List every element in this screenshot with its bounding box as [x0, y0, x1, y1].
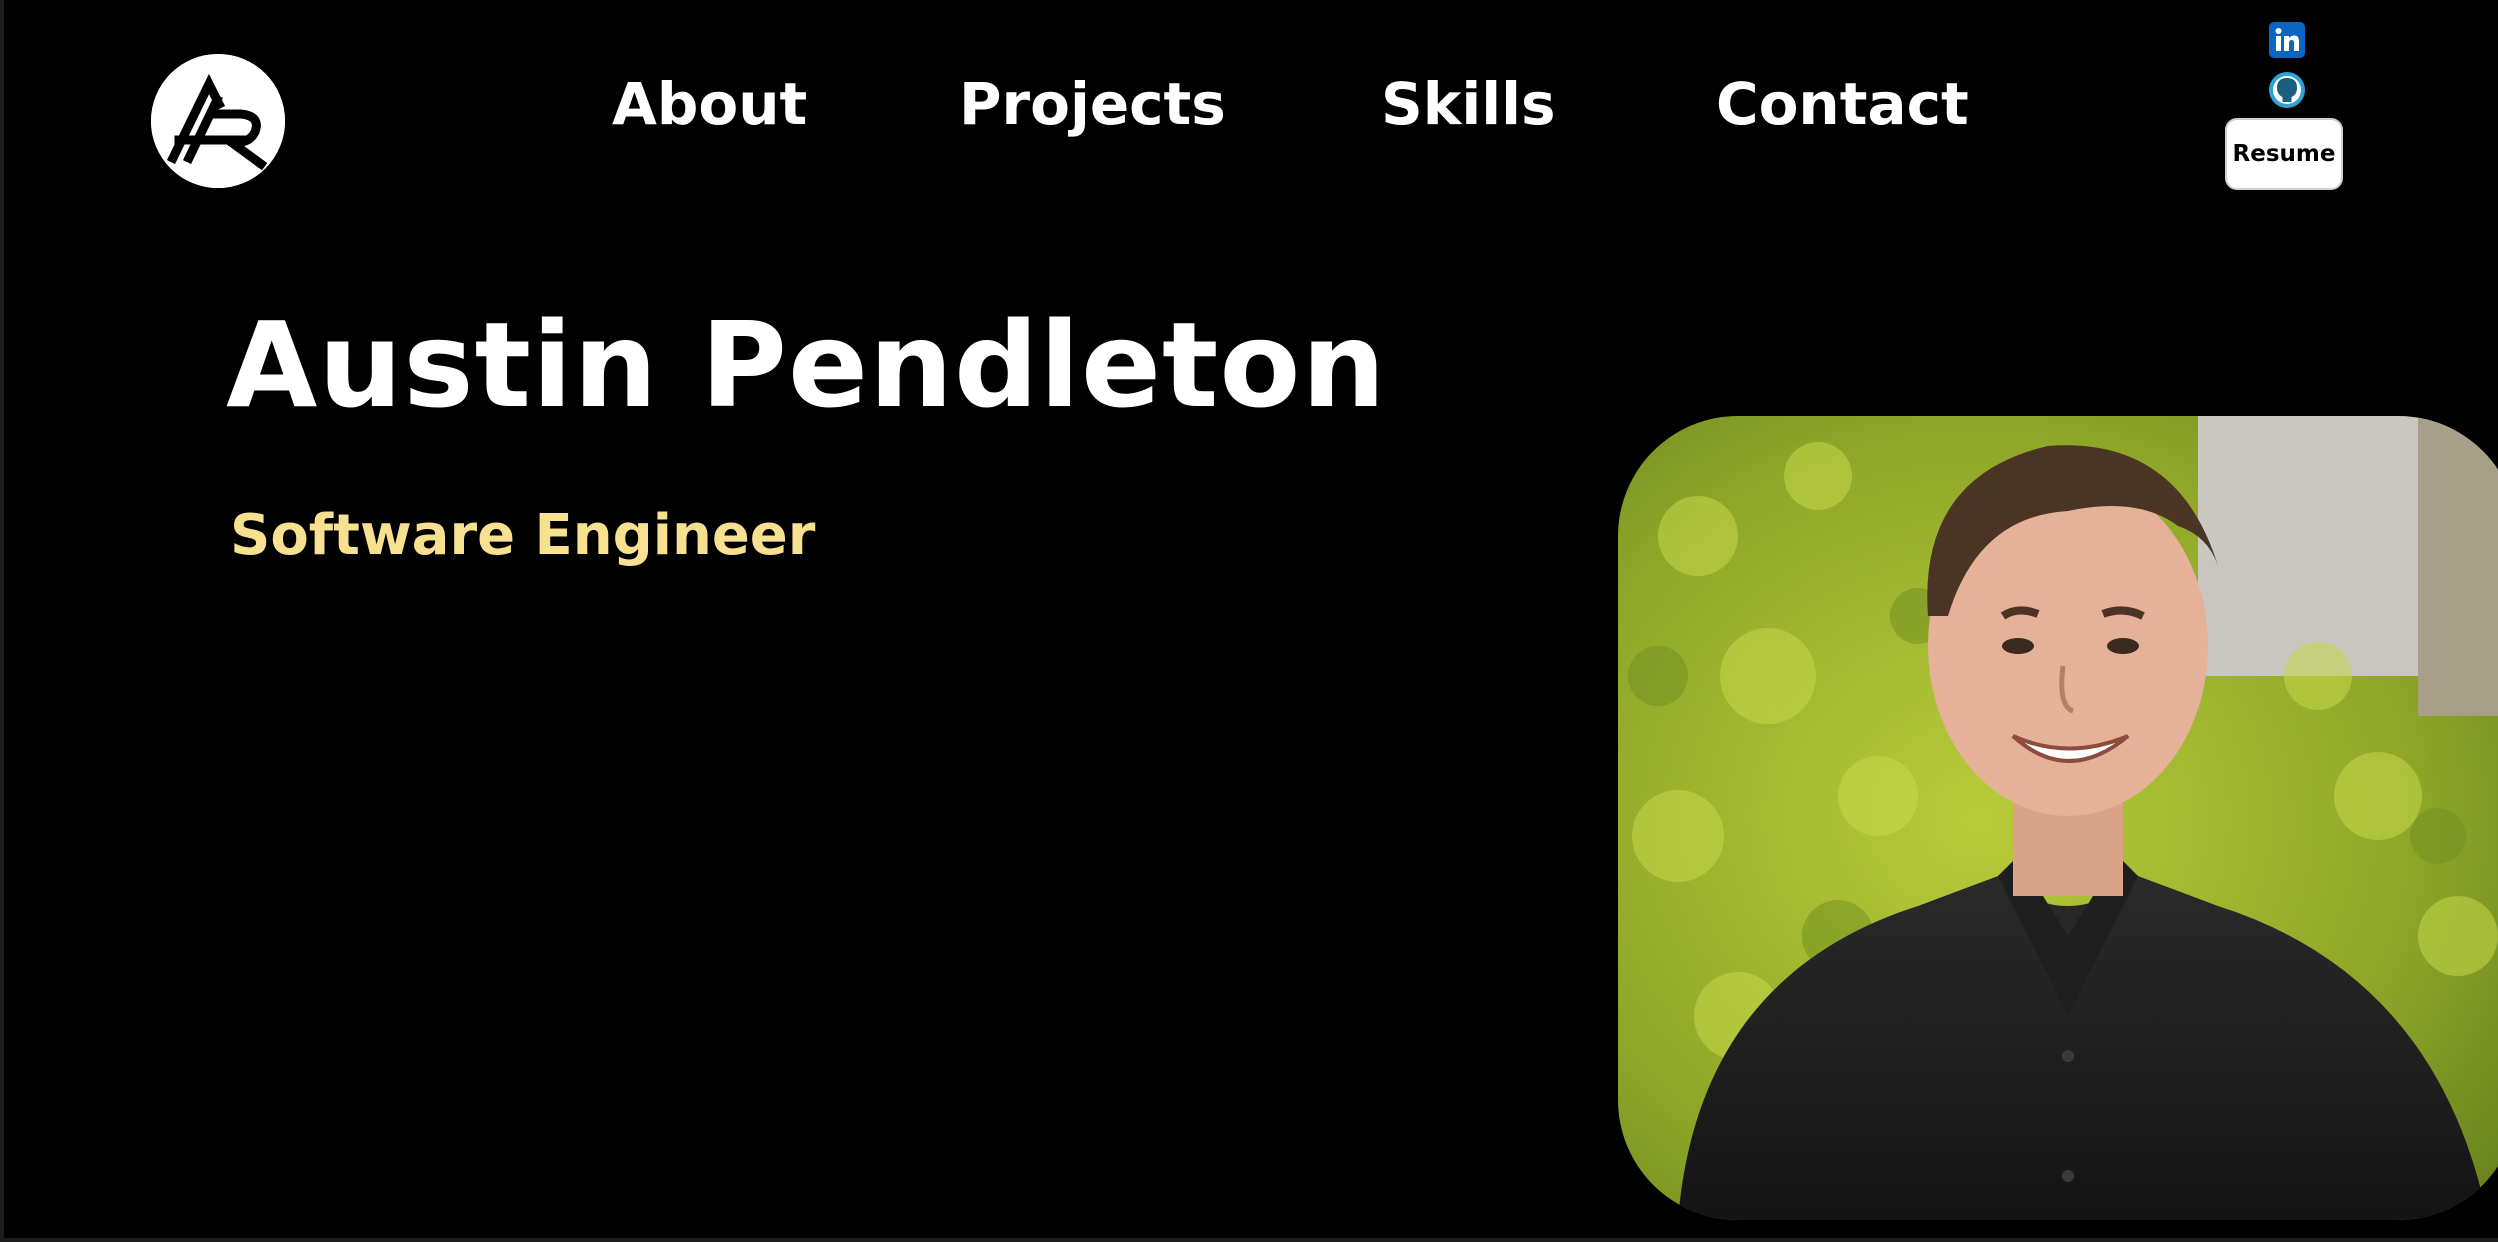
hero-name: Austin Pendleton: [226, 296, 1387, 434]
github-icon[interactable]: [2269, 72, 2305, 108]
resume-button[interactable]: Resume: [2225, 118, 2343, 190]
linkedin-icon[interactable]: [2269, 22, 2305, 58]
ap-logo-icon[interactable]: [151, 54, 285, 188]
nav-contact[interactable]: Contact: [1716, 64, 1969, 144]
nav-projects[interactable]: Projects: [959, 64, 1226, 144]
page-frame: About Projects Skills Contact Resume Aus…: [4, 0, 2498, 1238]
nav-about[interactable]: About: [612, 64, 807, 144]
nav-skills[interactable]: Skills: [1381, 64, 1556, 144]
portrait-photo: [1618, 416, 2498, 1220]
hero-role: Software Engineer: [230, 503, 816, 568]
